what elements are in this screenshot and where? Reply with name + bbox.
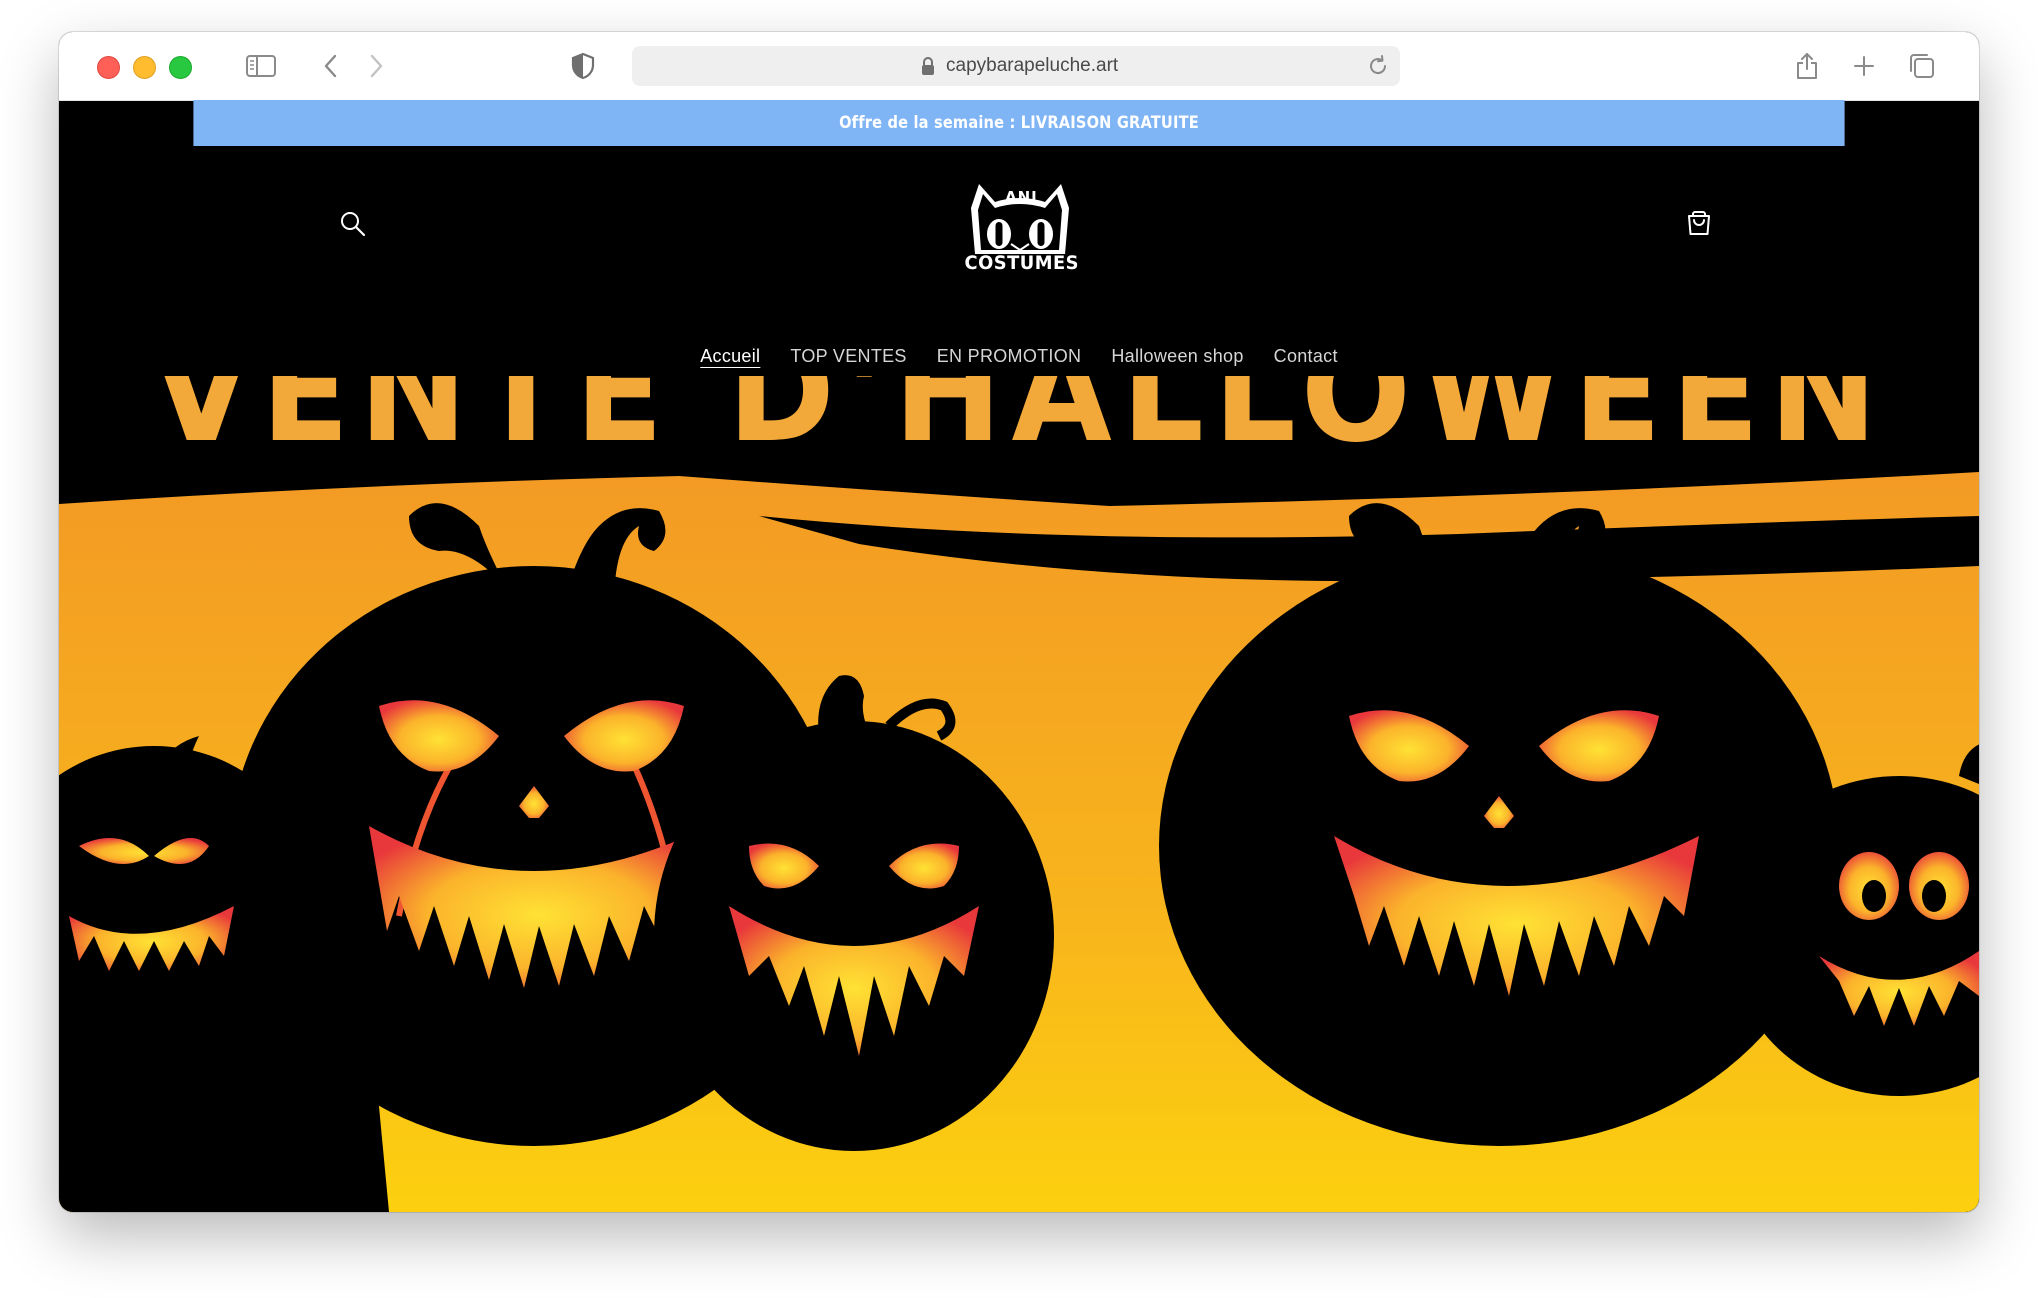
store-logo[interactable]: ANI COSTUMES (961, 178, 1079, 278)
shield-icon[interactable] (571, 50, 595, 82)
logo-text-top: ANI (1005, 188, 1038, 206)
announcement-bar: Offre de la semaine : LIVRAISON GRATUITE (193, 100, 1845, 146)
browser-window: capybarapeluche.art Offre de la semaine … (59, 32, 1979, 1212)
nav-item-halloween-shop[interactable]: Halloween shop (1096, 340, 1258, 374)
share-icon[interactable] (1794, 50, 1820, 82)
url-text: capybarapeluche.art (946, 55, 1119, 76)
chevron-right-icon[interactable] (368, 50, 384, 82)
nav-item-accueil[interactable]: Accueil (685, 340, 775, 374)
hero-banner[interactable]: VENTE D'HALLOWEEN (59, 376, 1979, 1212)
search-icon[interactable] (339, 210, 367, 243)
hero-illustration (59, 376, 1979, 1212)
lock-icon (921, 56, 935, 81)
reload-icon[interactable] (1366, 54, 1390, 83)
cart-icon[interactable] (1684, 208, 1714, 243)
sidebar-icon[interactable] (246, 50, 276, 82)
store-header: ANI COSTUMES Accueil TOP VENTES EN PROMO… (59, 146, 1979, 376)
nav-item-contact[interactable]: Contact (1259, 340, 1353, 374)
close-window-button[interactable] (97, 56, 120, 79)
main-nav: Accueil TOP VENTES EN PROMOTION Hallowee… (59, 340, 1979, 374)
logo-text-bottom: COSTUMES (964, 252, 1079, 274)
plus-icon[interactable] (1852, 50, 1876, 82)
tabs-overview-icon[interactable] (1908, 50, 1936, 82)
minimize-window-button[interactable] (133, 56, 156, 79)
chevron-left-icon[interactable] (323, 50, 339, 82)
announcement-text: Offre de la semaine : LIVRAISON GRATUITE (839, 113, 1199, 133)
hero-title: VENTE D'HALLOWEEN (151, 376, 1887, 473)
browser-toolbar: capybarapeluche.art (59, 32, 1979, 101)
address-bar[interactable]: capybarapeluche.art (632, 46, 1400, 86)
zoom-window-button[interactable] (169, 56, 192, 79)
nav-item-top-ventes[interactable]: TOP VENTES (775, 340, 921, 374)
nav-item-en-promotion[interactable]: EN PROMOTION (922, 340, 1097, 374)
